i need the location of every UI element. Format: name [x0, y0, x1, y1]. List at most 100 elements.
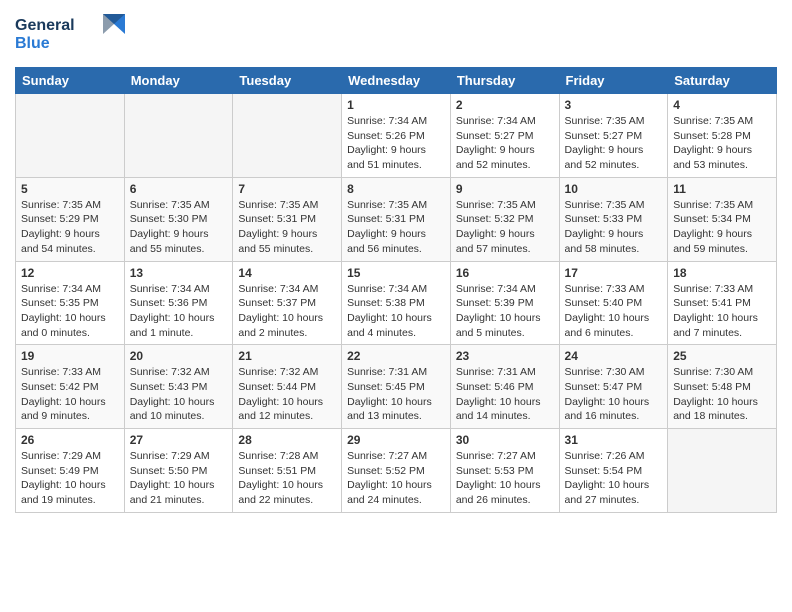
week-row-1: 1 Sunrise: 7:34 AM Sunset: 5:26 PM Daylig… — [16, 94, 777, 178]
calendar-cell: 24Sunrise: 7:30 AM Sunset: 5:47 PM Dayli… — [559, 345, 668, 429]
day-number: 19 — [21, 349, 119, 363]
calendar-table: SundayMondayTuesdayWednesdayThursdayFrid… — [15, 67, 777, 513]
day-info: Sunrise: 7:35 AM Sunset: 5:31 PM Dayligh… — [347, 198, 445, 257]
calendar-cell: 13 Sunrise: 7:34 AM Sunset: 5:36 PM Dayli… — [124, 261, 233, 345]
day-number: 23 — [456, 349, 554, 363]
day-info: Sunrise: 7:35 AM Sunset: 5:27 PM Dayligh… — [565, 114, 663, 173]
day-header-saturday: Saturday — [668, 68, 777, 94]
day-info: Sunrise: 7:27 AM Sunset: 5:53 PM Dayligh… — [456, 449, 554, 508]
day-number: 30 — [456, 433, 554, 447]
day-number: 17 — [565, 266, 663, 280]
calendar-cell: 30 Sunrise: 7:27 AM Sunset: 5:53 PM Dayli… — [450, 429, 559, 513]
calendar-cell — [668, 429, 777, 513]
week-row-5: 26 Sunrise: 7:29 AM Sunset: 5:49 PM Dayli… — [16, 429, 777, 513]
calendar-cell — [124, 94, 233, 178]
calendar-cell: 25 Sunrise: 7:30 AM Sunset: 5:48 PM Dayli… — [668, 345, 777, 429]
day-info: Sunrise: 7:29 AM Sunset: 5:50 PM Dayligh… — [130, 449, 228, 508]
day-info: Sunrise: 7:29 AM Sunset: 5:49 PM Dayligh… — [21, 449, 119, 508]
calendar-cell: 6Sunrise: 7:35 AM Sunset: 5:30 PM Daylig… — [124, 177, 233, 261]
day-number: 27 — [130, 433, 228, 447]
day-info: Sunrise: 7:34 AM Sunset: 5:35 PM Dayligh… — [21, 282, 119, 341]
calendar-cell: 27 Sunrise: 7:29 AM Sunset: 5:50 PM Dayli… — [124, 429, 233, 513]
calendar-cell: 21 Sunrise: 7:32 AM Sunset: 5:44 PM Dayli… — [233, 345, 342, 429]
day-number: 1 — [347, 98, 445, 112]
calendar-cell: 12 Sunrise: 7:34 AM Sunset: 5:35 PM Dayli… — [16, 261, 125, 345]
svg-text:Blue: Blue — [15, 35, 50, 52]
day-number: 16 — [456, 266, 554, 280]
calendar-cell: 19 Sunrise: 7:33 AM Sunset: 5:42 PM Dayli… — [16, 345, 125, 429]
calendar-cell: 31 Sunrise: 7:26 AM Sunset: 5:54 PM Dayli… — [559, 429, 668, 513]
calendar-cell: 8 Sunrise: 7:35 AM Sunset: 5:31 PM Daylig… — [342, 177, 451, 261]
logo-text: General Blue — [15, 10, 125, 59]
day-info: Sunrise: 7:34 AM Sunset: 5:37 PM Dayligh… — [238, 282, 336, 341]
day-info: Sunrise: 7:33 AM Sunset: 5:41 PM Dayligh… — [673, 282, 771, 341]
day-number: 31 — [565, 433, 663, 447]
day-info: Sunrise: 7:35 AM Sunset: 5:29 PM Dayligh… — [21, 198, 119, 257]
calendar-cell: 1 Sunrise: 7:34 AM Sunset: 5:26 PM Daylig… — [342, 94, 451, 178]
day-info: Sunrise: 7:33 AM Sunset: 5:42 PM Dayligh… — [21, 365, 119, 424]
calendar-cell: 9 Sunrise: 7:35 AM Sunset: 5:32 PM Daylig… — [450, 177, 559, 261]
day-info: Sunrise: 7:34 AM Sunset: 5:36 PM Dayligh… — [130, 282, 228, 341]
day-info: Sunrise: 7:30 AM Sunset: 5:48 PM Dayligh… — [673, 365, 771, 424]
calendar-cell — [233, 94, 342, 178]
calendar-cell: 11 Sunrise: 7:35 AM Sunset: 5:34 PM Dayli… — [668, 177, 777, 261]
svg-text:General: General — [15, 17, 75, 34]
day-number: 26 — [21, 433, 119, 447]
calendar-cell: 18 Sunrise: 7:33 AM Sunset: 5:41 PM Dayli… — [668, 261, 777, 345]
calendar-cell: 20 Sunrise: 7:32 AM Sunset: 5:43 PM Dayli… — [124, 345, 233, 429]
day-number: 9 — [456, 182, 554, 196]
day-number: 2 — [456, 98, 554, 112]
calendar-cell: 15 Sunrise: 7:34 AM Sunset: 5:38 PM Dayli… — [342, 261, 451, 345]
day-info: Sunrise: 7:32 AM Sunset: 5:43 PM Dayligh… — [130, 365, 228, 424]
day-info: Sunrise: 7:33 AM Sunset: 5:40 PM Dayligh… — [565, 282, 663, 341]
calendar-cell: 2 Sunrise: 7:34 AM Sunset: 5:27 PM Daylig… — [450, 94, 559, 178]
day-header-friday: Friday — [559, 68, 668, 94]
day-number: 12 — [21, 266, 119, 280]
day-number: 7 — [238, 182, 336, 196]
header-row: SundayMondayTuesdayWednesdayThursdayFrid… — [16, 68, 777, 94]
calendar-cell: 10Sunrise: 7:35 AM Sunset: 5:33 PM Dayli… — [559, 177, 668, 261]
calendar-cell: 4Sunrise: 7:35 AM Sunset: 5:28 PM Daylig… — [668, 94, 777, 178]
day-number: 15 — [347, 266, 445, 280]
day-number: 21 — [238, 349, 336, 363]
day-info: Sunrise: 7:34 AM Sunset: 5:26 PM Dayligh… — [347, 114, 445, 173]
calendar-cell: 23 Sunrise: 7:31 AM Sunset: 5:46 PM Dayli… — [450, 345, 559, 429]
day-header-thursday: Thursday — [450, 68, 559, 94]
day-number: 28 — [238, 433, 336, 447]
calendar-cell: 29 Sunrise: 7:27 AM Sunset: 5:52 PM Dayli… — [342, 429, 451, 513]
day-number: 25 — [673, 349, 771, 363]
day-header-monday: Monday — [124, 68, 233, 94]
day-info: Sunrise: 7:35 AM Sunset: 5:34 PM Dayligh… — [673, 198, 771, 257]
day-info: Sunrise: 7:35 AM Sunset: 5:31 PM Dayligh… — [238, 198, 336, 257]
day-info: Sunrise: 7:30 AM Sunset: 5:47 PM Dayligh… — [565, 365, 663, 424]
week-row-4: 19 Sunrise: 7:33 AM Sunset: 5:42 PM Dayli… — [16, 345, 777, 429]
calendar-cell: 22Sunrise: 7:31 AM Sunset: 5:45 PM Dayli… — [342, 345, 451, 429]
logo: General Blue — [15, 10, 125, 59]
day-number: 8 — [347, 182, 445, 196]
day-header-sunday: Sunday — [16, 68, 125, 94]
day-info: Sunrise: 7:31 AM Sunset: 5:46 PM Dayligh… — [456, 365, 554, 424]
day-info: Sunrise: 7:32 AM Sunset: 5:44 PM Dayligh… — [238, 365, 336, 424]
day-info: Sunrise: 7:34 AM Sunset: 5:27 PM Dayligh… — [456, 114, 554, 173]
day-info: Sunrise: 7:35 AM Sunset: 5:33 PM Dayligh… — [565, 198, 663, 257]
day-info: Sunrise: 7:35 AM Sunset: 5:28 PM Dayligh… — [673, 114, 771, 173]
day-info: Sunrise: 7:34 AM Sunset: 5:38 PM Dayligh… — [347, 282, 445, 341]
header: General Blue — [15, 10, 777, 59]
day-number: 29 — [347, 433, 445, 447]
day-info: Sunrise: 7:35 AM Sunset: 5:30 PM Dayligh… — [130, 198, 228, 257]
week-row-2: 5Sunrise: 7:35 AM Sunset: 5:29 PM Daylig… — [16, 177, 777, 261]
day-info: Sunrise: 7:27 AM Sunset: 5:52 PM Dayligh… — [347, 449, 445, 508]
day-number: 11 — [673, 182, 771, 196]
day-info: Sunrise: 7:34 AM Sunset: 5:39 PM Dayligh… — [456, 282, 554, 341]
day-info: Sunrise: 7:28 AM Sunset: 5:51 PM Dayligh… — [238, 449, 336, 508]
day-number: 20 — [130, 349, 228, 363]
week-row-3: 12 Sunrise: 7:34 AM Sunset: 5:35 PM Dayli… — [16, 261, 777, 345]
day-header-wednesday: Wednesday — [342, 68, 451, 94]
day-number: 18 — [673, 266, 771, 280]
page-container: General Blue SundayMondayTuesdayWednesda… — [0, 0, 792, 523]
day-number: 13 — [130, 266, 228, 280]
day-info: Sunrise: 7:26 AM Sunset: 5:54 PM Dayligh… — [565, 449, 663, 508]
calendar-cell: 7 Sunrise: 7:35 AM Sunset: 5:31 PM Daylig… — [233, 177, 342, 261]
day-info: Sunrise: 7:35 AM Sunset: 5:32 PM Dayligh… — [456, 198, 554, 257]
calendar-cell: 5Sunrise: 7:35 AM Sunset: 5:29 PM Daylig… — [16, 177, 125, 261]
